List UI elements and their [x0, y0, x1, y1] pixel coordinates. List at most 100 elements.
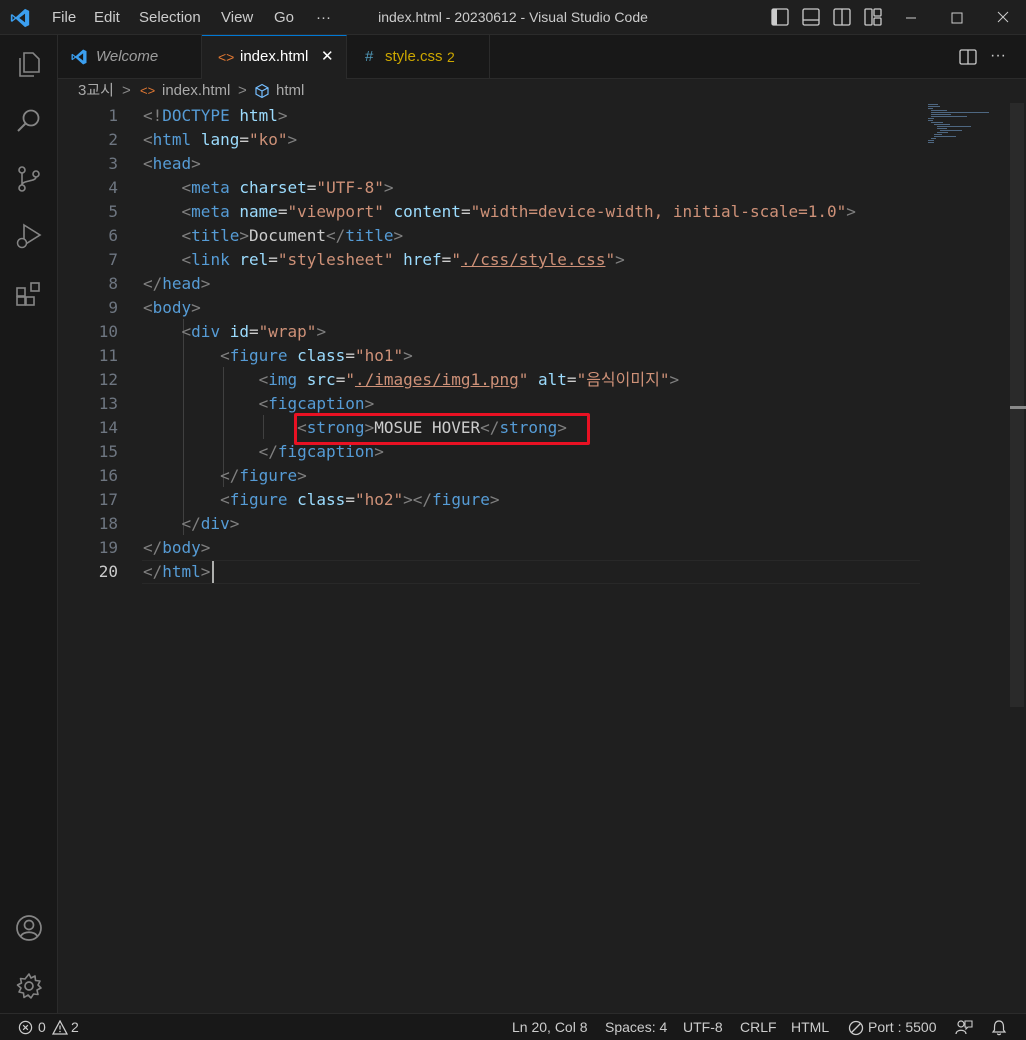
indentation-setting[interactable]: Spaces: 4	[605, 1014, 667, 1040]
tab-index-html[interactable]: <> index.html ✕	[202, 35, 347, 80]
activity-source-control[interactable]	[0, 154, 58, 202]
activity-explorer[interactable]	[0, 39, 58, 87]
code-line[interactable]: <meta charset="UTF-8">	[143, 176, 394, 200]
css-file-icon: #	[365, 48, 374, 65]
code-line[interactable]: <img src="./images/img1.png" alt="음식이미지"…	[143, 368, 680, 392]
annotation-highlight-box	[294, 413, 590, 445]
toggle-primary-sidebar-icon[interactable]	[769, 6, 791, 28]
activity-search[interactable]	[0, 96, 58, 144]
line-number: 7	[108, 250, 118, 269]
breadcrumb-separator-icon: >	[122, 82, 131, 99]
line-number: 13	[98, 394, 118, 413]
breadcrumb-file[interactable]: index.html	[162, 79, 230, 103]
toggle-secondary-sidebar-icon[interactable]	[831, 6, 853, 28]
menu-selection[interactable]: Selection	[139, 0, 201, 35]
line-number: 12	[98, 370, 118, 389]
html-file-icon: <>	[140, 83, 156, 98]
code-line[interactable]: <figure class="ho1">	[143, 344, 413, 368]
line-number: 8	[108, 274, 118, 293]
tab-welcome[interactable]: Welcome	[58, 35, 202, 79]
code-line[interactable]: </html>	[143, 560, 210, 584]
live-server-port[interactable]: Port : 5500	[868, 1014, 937, 1040]
line-number: 16	[98, 466, 118, 485]
encoding-setting[interactable]: UTF-8	[683, 1014, 723, 1040]
code-line[interactable]: </head>	[143, 272, 210, 296]
run-and-debug-icon	[16, 223, 42, 249]
menu-edit[interactable]: Edit	[94, 0, 120, 35]
maximize-icon[interactable]	[934, 0, 980, 35]
code-line[interactable]: <meta name="viewport" content="width=dev…	[143, 200, 856, 224]
code-line[interactable]: </figure>	[143, 464, 307, 488]
eol-setting[interactable]: CRLF	[740, 1014, 777, 1040]
toggle-panel-icon[interactable]	[800, 6, 822, 28]
minimap[interactable]	[926, 103, 1006, 163]
code-line[interactable]: </div>	[143, 512, 240, 536]
line-number: 5	[108, 202, 118, 221]
minimize-icon[interactable]	[888, 0, 934, 35]
scrollbar-thumb[interactable]	[1010, 103, 1024, 707]
extensions-icon	[16, 282, 40, 306]
feedback-icon[interactable]	[955, 1019, 973, 1036]
tab-style-label: style.css	[385, 48, 443, 65]
code-line[interactable]: <html lang="ko">	[143, 128, 297, 152]
code-editor[interactable]: 1 2 3 4 5 6 7 8 9 10 11 12 13 14 15 16 1…	[58, 103, 1026, 1013]
line-number: 15	[98, 442, 118, 461]
code-line[interactable]: <!DOCTYPE html>	[143, 104, 288, 128]
line-number: 10	[98, 322, 118, 341]
manage-gear-icon	[16, 973, 42, 999]
tab-close-icon[interactable]: ✕	[321, 36, 334, 78]
tab-welcome-label: Welcome	[96, 48, 159, 65]
code-line[interactable]: <body>	[143, 296, 201, 320]
breadcrumb-folder[interactable]: 3교시	[78, 79, 114, 103]
line-number: 4	[108, 178, 118, 197]
line-number: 17	[98, 490, 118, 509]
code-line[interactable]: <figure class="ho2"></figure>	[143, 488, 499, 512]
line-number: 14	[98, 418, 118, 437]
code-line[interactable]: <link rel="stylesheet" href="./css/style…	[143, 248, 625, 272]
customize-layout-icon[interactable]	[862, 6, 884, 28]
menu-file[interactable]: File	[52, 0, 76, 35]
warning-count[interactable]: 2	[71, 1014, 79, 1040]
vertical-scrollbar[interactable]	[1010, 103, 1026, 1013]
close-icon[interactable]	[980, 0, 1026, 35]
vscode-logo-icon	[10, 8, 30, 28]
more-actions-icon[interactable]: ···	[990, 35, 1006, 77]
code-line[interactable]: <title>Document</title>	[143, 224, 404, 248]
activity-extensions[interactable]	[0, 269, 58, 317]
tab-bar: Welcome <> index.html ✕ # style.css 2 ··…	[58, 35, 1026, 80]
language-mode[interactable]: HTML	[791, 1014, 829, 1040]
code-line[interactable]: </body>	[143, 536, 210, 560]
breadcrumb-symbol[interactable]: html	[276, 79, 304, 103]
menu-view[interactable]: View	[221, 0, 253, 35]
tab-index-label: index.html	[240, 48, 309, 65]
code-line[interactable]: <div id="wrap">	[143, 320, 327, 344]
menu-more[interactable]: ···	[316, 0, 331, 35]
split-editor-icon[interactable]	[958, 47, 978, 67]
source-control-icon	[18, 166, 40, 192]
tab-style-css[interactable]: # style.css 2	[347, 35, 490, 79]
search-icon	[17, 109, 40, 132]
text-cursor	[212, 561, 214, 583]
line-number: 9	[108, 298, 118, 317]
warning-icon[interactable]	[52, 1020, 68, 1035]
notifications-bell-icon[interactable]	[991, 1019, 1007, 1036]
line-number: 19	[98, 538, 118, 557]
activity-accounts[interactable]	[0, 903, 58, 951]
breadcrumb-separator-icon: >	[238, 82, 247, 99]
code-line[interactable]: <head>	[143, 152, 201, 176]
menu-go[interactable]: Go	[274, 0, 294, 35]
activity-run-debug[interactable]	[0, 211, 58, 259]
activity-manage[interactable]	[0, 961, 58, 1009]
line-number: 11	[98, 346, 118, 365]
activity-bar	[0, 35, 58, 1013]
cursor-position[interactable]: Ln 20, Col 8	[512, 1014, 588, 1040]
title-bar: File Edit Selection View Go ··· index.ht…	[0, 0, 1026, 35]
error-count[interactable]: 0	[38, 1014, 46, 1040]
explorer-icon	[19, 52, 40, 77]
live-server-stop-icon[interactable]	[848, 1020, 864, 1036]
tab-problem-badge: 2	[447, 49, 455, 65]
error-icon[interactable]	[18, 1020, 33, 1035]
html-file-icon: <>	[218, 49, 235, 65]
line-number: 2	[108, 130, 118, 149]
line-number-current: 20	[98, 562, 118, 581]
